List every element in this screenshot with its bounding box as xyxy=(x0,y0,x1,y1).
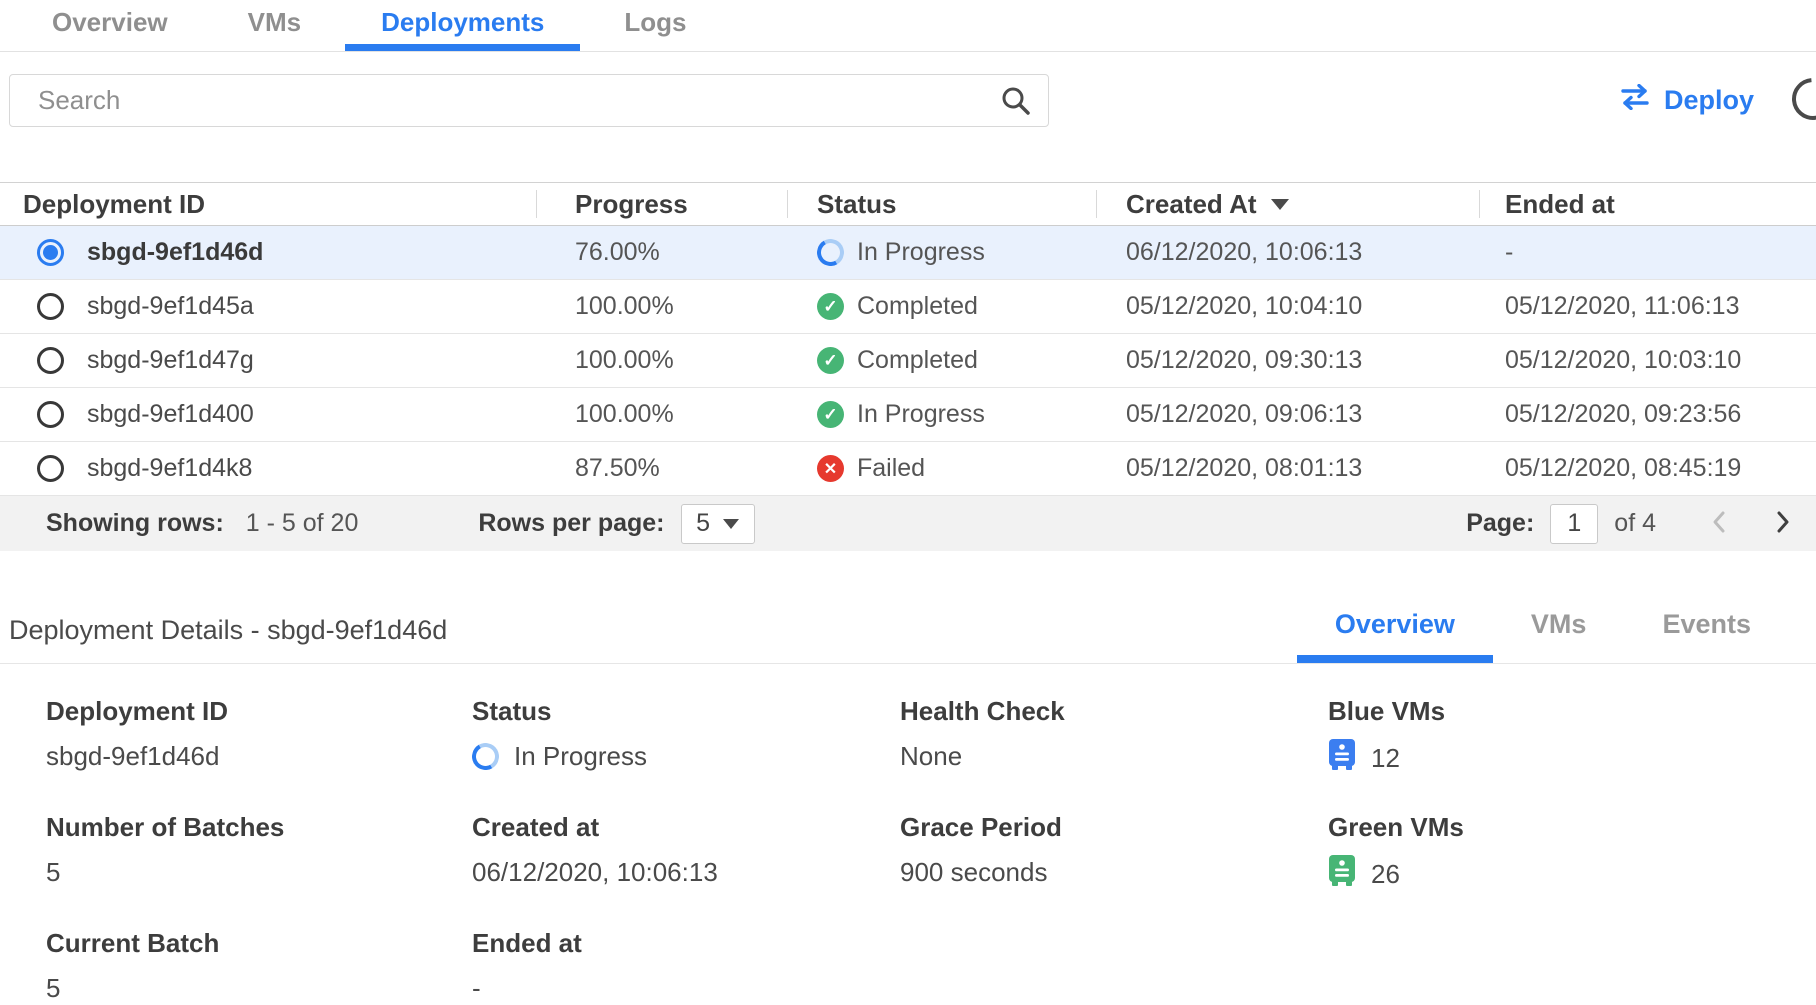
column-header-progress: Progress xyxy=(536,183,787,225)
tab-deployments[interactable]: Deployments xyxy=(345,0,580,51)
ended-at-value: 05/12/2020, 08:45:19 xyxy=(1479,454,1816,483)
column-header-status: Status xyxy=(787,183,1096,225)
status-completed-check-icon: ✓ xyxy=(817,401,844,428)
status-text: Completed xyxy=(857,346,978,375)
deployment-id: sbgd-9ef1d4k8 xyxy=(87,454,252,483)
created-at-value: 06/12/2020, 10:06:13 xyxy=(1096,238,1479,267)
ended-at-value: 05/12/2020, 09:23:56 xyxy=(1479,400,1816,429)
column-header-created-at[interactable]: Created At xyxy=(1096,183,1479,225)
details-tab-events[interactable]: Events xyxy=(1624,609,1789,663)
field-created-at: Created at 06/12/2020, 10:06:13 xyxy=(472,812,900,894)
row-radio[interactable] xyxy=(37,293,64,320)
column-header-ended-at: Ended at xyxy=(1479,183,1816,225)
status-completed-check-icon: ✓ xyxy=(817,347,844,374)
showing-rows-label: Showing rows: xyxy=(46,509,224,538)
tab-logs[interactable]: Logs xyxy=(588,0,722,51)
field-deployment-id: Deployment ID sbgd-9ef1d46d xyxy=(46,696,472,778)
field-health-check: Health Check None xyxy=(900,696,1328,778)
deployment-id: sbgd-9ef1d400 xyxy=(87,400,254,429)
status-failed-x-icon: ✕ xyxy=(817,455,844,482)
table-row[interactable]: sbgd-9ef1d400 100.00% ✓ In Progress 05/1… xyxy=(0,388,1816,442)
rows-per-page-select[interactable]: 5 xyxy=(681,504,755,544)
status-in-progress-spinner-icon xyxy=(469,739,502,772)
status-text: In Progress xyxy=(857,400,985,429)
details-tab-bar: Overview VMs Events xyxy=(1297,609,1789,663)
table-footer: Showing rows: 1 - 5 of 20 Rows per page:… xyxy=(0,496,1816,551)
rows-per-page-value: 5 xyxy=(696,509,710,538)
progress-value: 100.00% xyxy=(536,400,787,429)
row-radio-selected[interactable] xyxy=(37,239,64,266)
column-header-deployment-id: Deployment ID xyxy=(0,183,536,225)
details-header: Deployment Details - sbgd-9ef1d46d Overv… xyxy=(0,609,1816,664)
tab-overview[interactable]: Overview xyxy=(16,0,204,51)
created-at-value: 05/12/2020, 10:04:10 xyxy=(1096,292,1479,321)
progress-value: 100.00% xyxy=(536,292,787,321)
status-text: Failed xyxy=(857,454,925,483)
field-blue-vms: Blue VMs 12 xyxy=(1328,696,1816,778)
page-number-input[interactable] xyxy=(1550,504,1598,544)
status-text: Completed xyxy=(857,292,978,321)
previous-page-button[interactable] xyxy=(1708,507,1730,540)
deployment-id: sbgd-9ef1d45a xyxy=(87,292,254,321)
rows-per-page-label: Rows per page: xyxy=(478,509,664,538)
next-page-button[interactable] xyxy=(1772,507,1794,540)
created-at-value: 05/12/2020, 09:06:13 xyxy=(1096,400,1479,429)
page-total: of 4 xyxy=(1614,509,1656,538)
row-radio[interactable] xyxy=(37,347,64,374)
refresh-icon[interactable] xyxy=(1783,69,1816,128)
field-grace-period: Grace Period 900 seconds xyxy=(900,812,1328,894)
toolbar: Deploy xyxy=(0,74,1816,154)
top-tab-bar: Overview VMs Deployments Logs xyxy=(0,0,1816,52)
details-grid: Deployment ID sbgd-9ef1d46d Status In Pr… xyxy=(0,696,1816,1005)
field-status: Status In Progress xyxy=(472,696,900,778)
created-at-value: 05/12/2020, 08:01:13 xyxy=(1096,454,1479,483)
deployment-id: sbgd-9ef1d47g xyxy=(87,346,254,375)
ended-at-value: 05/12/2020, 10:03:10 xyxy=(1479,346,1816,375)
field-current-batch: Current Batch 5 xyxy=(46,928,472,1005)
tab-vms[interactable]: VMs xyxy=(212,0,337,51)
created-at-value: 05/12/2020, 09:30:13 xyxy=(1096,346,1479,375)
deployment-id: sbgd-9ef1d46d xyxy=(87,238,263,267)
status-in-progress-spinner-icon xyxy=(814,236,847,269)
chevron-down-icon xyxy=(723,519,739,529)
table-row[interactable]: sbgd-9ef1d4k8 87.50% ✕ Failed 05/12/2020… xyxy=(0,442,1816,496)
showing-rows-value: 1 - 5 of 20 xyxy=(246,509,359,538)
field-number-of-batches: Number of Batches 5 xyxy=(46,812,472,894)
progress-value: 76.00% xyxy=(536,238,787,267)
field-ended-at: Ended at - xyxy=(472,928,900,1005)
status-completed-check-icon: ✓ xyxy=(817,293,844,320)
table-row[interactable]: sbgd-9ef1d46d 76.00% In Progress 06/12/2… xyxy=(0,226,1816,280)
table-row[interactable]: sbgd-9ef1d45a 100.00% ✓ Completed 05/12/… xyxy=(0,280,1816,334)
page-label: Page: xyxy=(1466,509,1534,538)
blue-vm-icon xyxy=(1328,739,1356,778)
deploy-button[interactable]: Deploy xyxy=(1619,84,1754,117)
search-input[interactable] xyxy=(9,74,1049,127)
details-tab-vms[interactable]: VMs xyxy=(1493,609,1625,663)
table-header: Deployment ID Progress Status Created At… xyxy=(0,182,1816,226)
status-text: In Progress xyxy=(857,238,985,267)
details-tab-overview[interactable]: Overview xyxy=(1297,609,1493,663)
table-row[interactable]: sbgd-9ef1d47g 100.00% ✓ Completed 05/12/… xyxy=(0,334,1816,388)
ended-at-value: 05/12/2020, 11:06:13 xyxy=(1479,292,1816,321)
progress-value: 100.00% xyxy=(536,346,787,375)
field-green-vms: Green VMs 26 xyxy=(1328,812,1816,894)
details-title: Deployment Details - sbgd-9ef1d46d xyxy=(9,615,447,663)
deploy-arrows-icon xyxy=(1619,84,1651,117)
row-radio[interactable] xyxy=(37,401,64,428)
row-radio[interactable] xyxy=(37,455,64,482)
sort-desc-icon xyxy=(1271,199,1289,210)
ended-at-value: - xyxy=(1479,238,1816,267)
page-controls: Page: of 4 xyxy=(1466,504,1816,544)
deploy-label: Deploy xyxy=(1664,85,1754,116)
green-vm-icon xyxy=(1328,855,1356,894)
progress-value: 87.50% xyxy=(536,454,787,483)
